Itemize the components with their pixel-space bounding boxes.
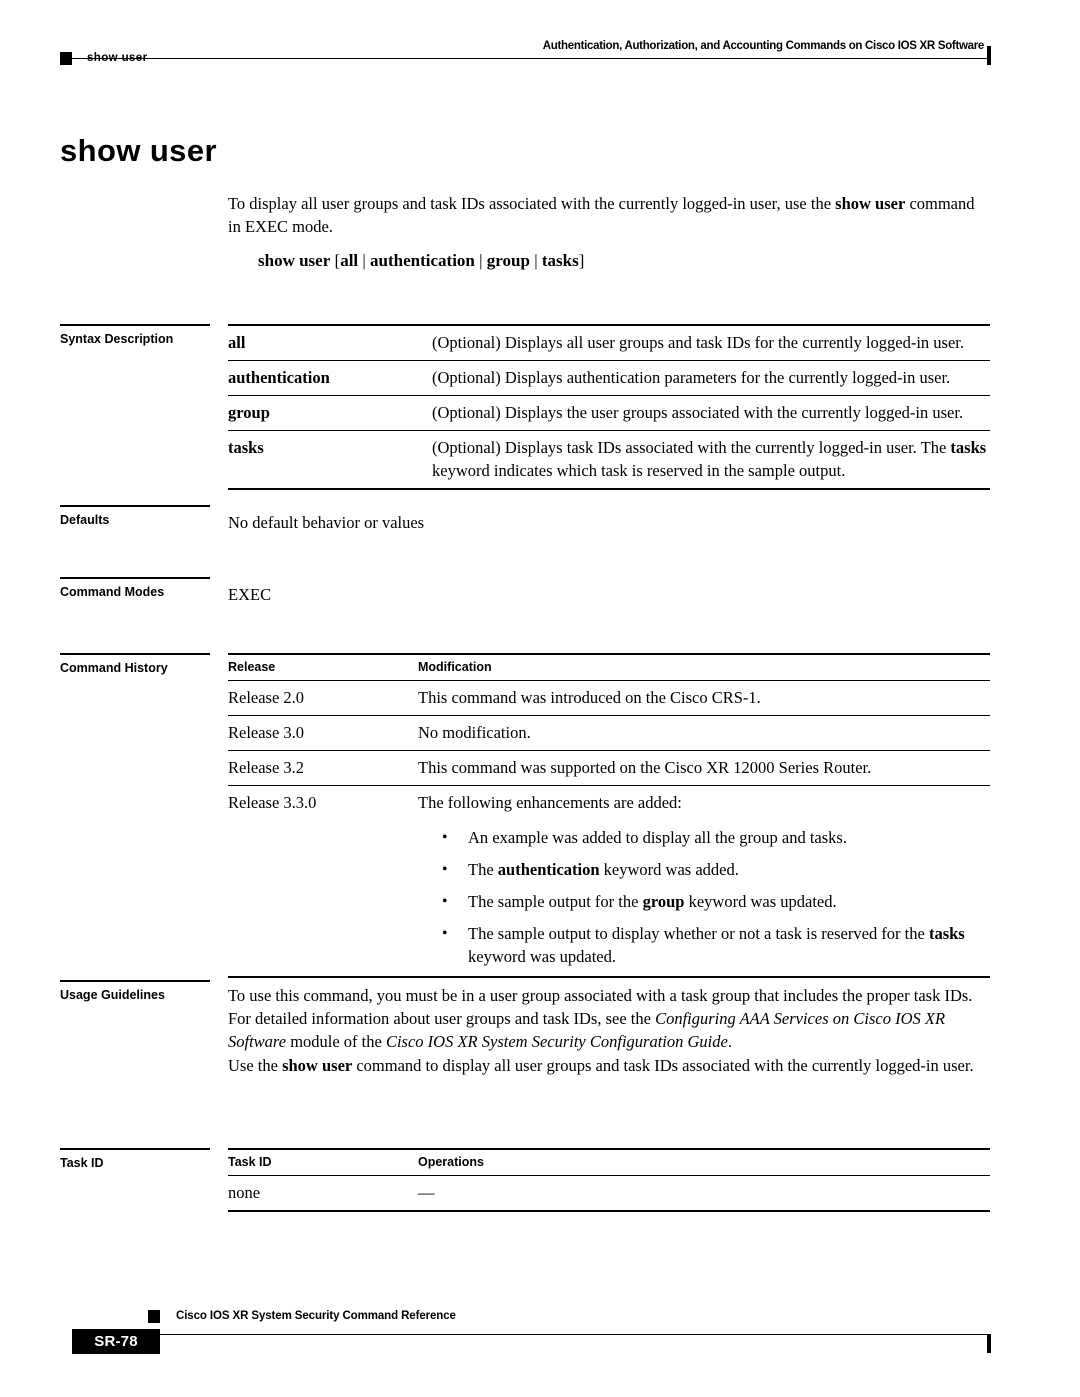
- column-header-modification: Modification: [418, 653, 990, 681]
- syntax-desc-tasks-part1: (Optional) Displays task IDs associated …: [432, 438, 951, 457]
- modification-value-1: No modification.: [418, 715, 990, 751]
- bullet-2-bold: group: [642, 892, 685, 911]
- header-rule: [60, 58, 990, 59]
- bullet-3-text2: keyword was updated.: [468, 947, 617, 966]
- syntax-option-all: all: [340, 251, 359, 270]
- table-header-row: Task ID Operations: [228, 1148, 990, 1176]
- syntax-desc-group: (Optional) Displays the user groups asso…: [432, 395, 990, 431]
- bullet-2-text2: keyword was updated.: [684, 892, 837, 911]
- syntax-term-authentication: authentication: [228, 360, 432, 396]
- list-item: • The sample output to display whether or…: [418, 922, 990, 968]
- modification-value-3-text: The following enhancements are added:: [418, 793, 682, 812]
- release-value-3: Release 3.3.0: [228, 785, 418, 978]
- modification-value-0: This command was introduced on the Cisco…: [418, 680, 990, 716]
- table-row: authentication (Optional) Displays authe…: [228, 360, 990, 396]
- bullet-icon: •: [442, 829, 448, 846]
- table-row: none —: [228, 1175, 990, 1212]
- release-value-1: Release 3.0: [228, 715, 418, 751]
- syntax-command: show user: [258, 251, 331, 270]
- usage-p1-part3: .: [727, 1032, 732, 1051]
- syntax-desc-tasks-bold: tasks: [950, 438, 987, 457]
- bullet-1-bold: authentication: [497, 860, 600, 879]
- defaults-value: No default behavior or values: [228, 513, 425, 532]
- task-id-table: Task ID Operations none —: [228, 1148, 990, 1212]
- section-label-command-modes: Command Modes: [60, 577, 210, 599]
- table-row: Release 3.0 No modification.: [228, 715, 990, 751]
- footer-end-bar: [987, 1334, 991, 1353]
- bullet-2-text1: The sample output for the: [468, 892, 643, 911]
- bullet-icon: •: [442, 925, 448, 942]
- syntax-term-tasks: tasks: [228, 430, 432, 490]
- modification-value-3: The following enhancements are added: • A…: [418, 785, 990, 978]
- syntax-term-all: all: [228, 324, 432, 361]
- syntax-desc-all: (Optional) Displays all user groups and …: [432, 324, 990, 361]
- usage-guidelines-paragraph-2: Use the show user command to display all…: [228, 1054, 990, 1077]
- footer-book-title: Cisco IOS XR System Security Command Ref…: [176, 1310, 456, 1322]
- column-header-task-id: Task ID: [228, 1148, 418, 1176]
- page-number-badge: SR-78: [72, 1329, 160, 1354]
- usage-p1-italic2: Cisco IOS XR System Security Configurati…: [385, 1032, 728, 1051]
- operations-value-0: —: [418, 1175, 990, 1212]
- running-header: Authentication, Authorization, and Accou…: [0, 40, 1080, 80]
- modification-value-2: This command was supported on the Cisco …: [418, 750, 990, 786]
- bullet-1-text1: The: [468, 860, 498, 879]
- table-row: Release 2.0 This command was introduced …: [228, 680, 990, 716]
- bullet-3-text1: The sample output to display whether or …: [468, 924, 929, 943]
- list-item: • An example was added to display all the…: [418, 826, 990, 849]
- intro-text-before: To display all user groups and task IDs …: [228, 194, 836, 213]
- section-label-task-id: Task ID: [60, 1148, 210, 1170]
- intro-bold-command: show user: [835, 194, 906, 213]
- syntax-desc-authentication: (Optional) Displays authentication param…: [432, 360, 990, 396]
- syntax-bracket-close: ]: [578, 251, 585, 270]
- page-title: show user: [60, 133, 217, 168]
- header-square-marker-icon: [60, 52, 72, 65]
- command-modes-value: EXEC: [228, 585, 272, 604]
- intro-paragraph: To display all user groups and task IDs …: [228, 192, 990, 238]
- bullet-0-text1: An example was added to display all the …: [468, 828, 847, 847]
- column-header-release: Release: [228, 653, 418, 681]
- table-row: Release 3.2 This command was supported o…: [228, 750, 990, 786]
- footer-square-marker-icon: [148, 1310, 160, 1323]
- syntax-desc-tasks-part2: keyword indicates which task is reserved…: [432, 461, 846, 480]
- table-row: all (Optional) Displays all user groups …: [228, 324, 990, 361]
- header-end-bar: [987, 46, 991, 65]
- syntax-description-table: all (Optional) Displays all user groups …: [228, 324, 990, 490]
- running-header-title: Authentication, Authorization, and Accou…: [542, 40, 985, 52]
- document-page: Authentication, Authorization, and Accou…: [0, 0, 1080, 1397]
- table-row: Release 3.3.0 The following enhancements…: [228, 785, 990, 978]
- section-label-command-history: Command History: [60, 653, 210, 675]
- table-row: group (Optional) Displays the user group…: [228, 395, 990, 431]
- column-header-operations: Operations: [418, 1148, 990, 1176]
- section-label-defaults: Defaults: [60, 505, 210, 527]
- release-value-0: Release 2.0: [228, 680, 418, 716]
- bullet-1-text2: keyword was added.: [599, 860, 739, 879]
- list-item: • The authentication keyword was added.: [418, 858, 990, 881]
- syntax-option-authentication: authentication: [370, 251, 475, 270]
- usage-guidelines-paragraph-1: To use this command, you must be in a us…: [228, 984, 990, 1053]
- usage-p1-part2: module of the: [286, 1032, 386, 1051]
- footer-rule: [155, 1334, 990, 1335]
- syntax-option-group: group: [486, 251, 530, 270]
- syntax-term-group: group: [228, 395, 432, 431]
- usage-p2-part1: Use the: [228, 1056, 283, 1075]
- breadcrumb: show user: [87, 52, 148, 64]
- list-item: • The sample output for the group keyword…: [418, 890, 990, 913]
- table-header-row: Release Modification: [228, 653, 990, 681]
- release-value-2: Release 3.2: [228, 750, 418, 786]
- bullet-icon: •: [442, 861, 448, 878]
- syntax-desc-tasks: (Optional) Displays task IDs associated …: [432, 430, 990, 490]
- command-syntax-line: show user [all | authentication | group …: [258, 251, 584, 271]
- usage-p2-part2: command to display all user groups and t…: [352, 1056, 974, 1075]
- syntax-option-tasks: tasks: [541, 251, 579, 270]
- section-label-syntax-description: Syntax Description: [60, 324, 210, 346]
- task-id-value-0: none: [228, 1175, 418, 1212]
- enhancements-bullet-list: • An example was added to display all the…: [418, 826, 990, 968]
- table-row: tasks (Optional) Displays task IDs assoc…: [228, 430, 990, 490]
- bullet-3-bold: tasks: [928, 924, 965, 943]
- section-label-usage-guidelines: Usage Guidelines: [60, 980, 210, 1002]
- bullet-icon: •: [442, 893, 448, 910]
- usage-p2-bold: show user: [282, 1056, 353, 1075]
- command-history-table: Release Modification Release 2.0 This co…: [228, 653, 990, 978]
